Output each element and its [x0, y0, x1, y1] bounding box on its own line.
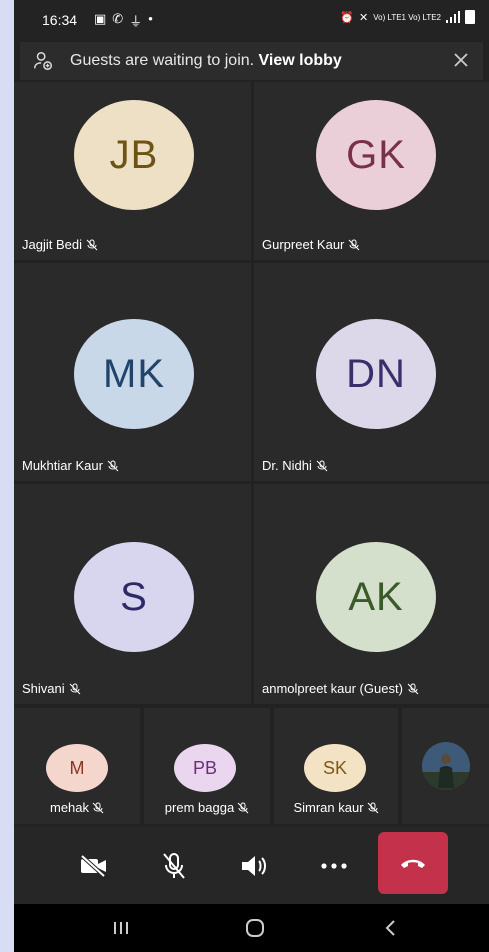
mute-ring-icon: ✕ — [359, 11, 369, 24]
avatar: GK — [316, 100, 436, 210]
notification-icons: ▣ ✆ ⏚ • — [94, 11, 153, 30]
participant-name: Gurpreet Kaur — [262, 237, 345, 252]
speaker-icon — [242, 856, 266, 876]
banner-message: Guests are waiting to join. — [70, 52, 255, 69]
system-icons: ⏰ ✕ Vo) LTE1 Vo) LTE2 — [340, 10, 475, 24]
usb-icon: ⏚ — [129, 14, 143, 29]
mic-off-icon — [316, 460, 328, 471]
participant-name-row: Gurpreet Kaur — [262, 237, 360, 252]
network-label: Vo) LTE1 Vo) LTE2 — [373, 12, 441, 22]
participant-tile-small[interactable]: M mehak — [14, 708, 140, 824]
call-controls — [14, 826, 489, 904]
participant-name-row: Dr. Nidhi — [262, 458, 328, 473]
home-icon — [246, 919, 264, 937]
participant-tile[interactable]: MK Mukhtiar Kaur — [14, 263, 251, 481]
participant-name-row: prem bagga — [144, 800, 270, 815]
system-nav-bar — [14, 904, 489, 952]
participant-name: prem bagga — [164, 800, 235, 815]
view-lobby-link[interactable]: View lobby — [259, 52, 342, 69]
mic-off-icon — [407, 683, 419, 694]
banner-text: Guests are waiting to join. View lobby — [70, 52, 342, 70]
participant-name: anmolpreet kaur (Guest) — [262, 681, 403, 696]
participant-name: Shivani — [22, 681, 65, 696]
back-button[interactable] — [376, 916, 406, 940]
participant-tile[interactable]: GK Gurpreet Kaur — [254, 82, 489, 260]
end-call-button[interactable] — [378, 832, 448, 894]
avatar: AK — [316, 542, 436, 652]
avatar: PB — [174, 744, 236, 792]
participant-name: mehak — [49, 800, 90, 815]
alarm-icon: ⏰ — [340, 11, 355, 24]
mic-off-icon — [107, 460, 119, 471]
profile-photo — [422, 742, 470, 790]
participant-name-row: Shivani — [22, 681, 81, 696]
more-options-button[interactable] — [312, 844, 356, 888]
participant-name: Simran kaur — [293, 800, 364, 815]
mic-off-icon — [92, 802, 104, 813]
back-icon — [385, 920, 395, 936]
participant-name-row: Simran kaur — [274, 800, 398, 815]
gallery-icon: ▣ — [94, 11, 107, 26]
signal-icon — [446, 11, 460, 23]
participant-tile-small[interactable]: PB prem bagga — [144, 708, 270, 824]
avatar: SK — [304, 744, 366, 792]
recent-apps-button[interactable] — [106, 916, 136, 940]
participant-tile[interactable]: AK anmolpreet kaur (Guest) — [254, 484, 489, 704]
speaker-button[interactable] — [232, 844, 276, 888]
phone-screen: 16:34 ▣ ✆ ⏚ • ⏰ ✕ Vo) LTE1 Vo) LTE2 Gues… — [14, 0, 489, 952]
participant-tile-small[interactable]: SK Simran kaur — [274, 708, 398, 824]
dot-icon: • — [148, 11, 153, 26]
participant-tile[interactable]: JB Jagjit Bedi — [14, 82, 251, 260]
participant-tile[interactable]: DN Dr. Nidhi — [254, 263, 489, 481]
add-guest-icon — [34, 52, 52, 70]
mic-off-icon — [367, 802, 378, 813]
participant-name-row: mehak — [14, 800, 140, 815]
status-bar: 16:34 ▣ ✆ ⏚ • ⏰ ✕ Vo) LTE1 Vo) LTE2 — [14, 0, 489, 40]
home-button[interactable] — [240, 916, 270, 940]
participant-name-row: anmolpreet kaur (Guest) — [262, 681, 419, 696]
camera-toggle-button[interactable] — [72, 844, 116, 888]
participant-name: Dr. Nidhi — [262, 458, 312, 473]
participant-name: Jagjit Bedi — [22, 237, 82, 252]
mic-off-icon — [86, 239, 98, 250]
close-icon[interactable] — [449, 48, 473, 72]
status-time: 16:34 — [42, 12, 78, 28]
mic-off-icon — [349, 239, 360, 250]
avatar: JB — [74, 100, 194, 210]
battery-icon — [465, 10, 475, 24]
recents-icon — [114, 922, 128, 934]
participant-tile-small[interactable] — [402, 708, 489, 824]
participant-name-row: Jagjit Bedi — [22, 237, 98, 252]
avatar: M — [46, 744, 108, 792]
participant-tile[interactable]: S Shivani — [14, 484, 251, 704]
mic-off-icon — [163, 853, 185, 879]
participant-name: Mukhtiar Kaur — [22, 458, 103, 473]
mic-toggle-button[interactable] — [152, 844, 196, 888]
avatar: MK — [74, 319, 194, 429]
mic-off-icon — [69, 683, 80, 694]
avatar: S — [74, 542, 194, 652]
avatar: DN — [316, 319, 436, 429]
phone-icon: ✆ — [112, 11, 124, 26]
mic-off-icon — [237, 802, 249, 813]
camera-off-icon — [80, 854, 106, 878]
hangup-icon — [401, 859, 425, 868]
participant-name-row: Mukhtiar Kaur — [22, 458, 119, 473]
more-icon — [321, 863, 347, 869]
lobby-banner[interactable]: Guests are waiting to join. View lobby — [20, 42, 483, 80]
